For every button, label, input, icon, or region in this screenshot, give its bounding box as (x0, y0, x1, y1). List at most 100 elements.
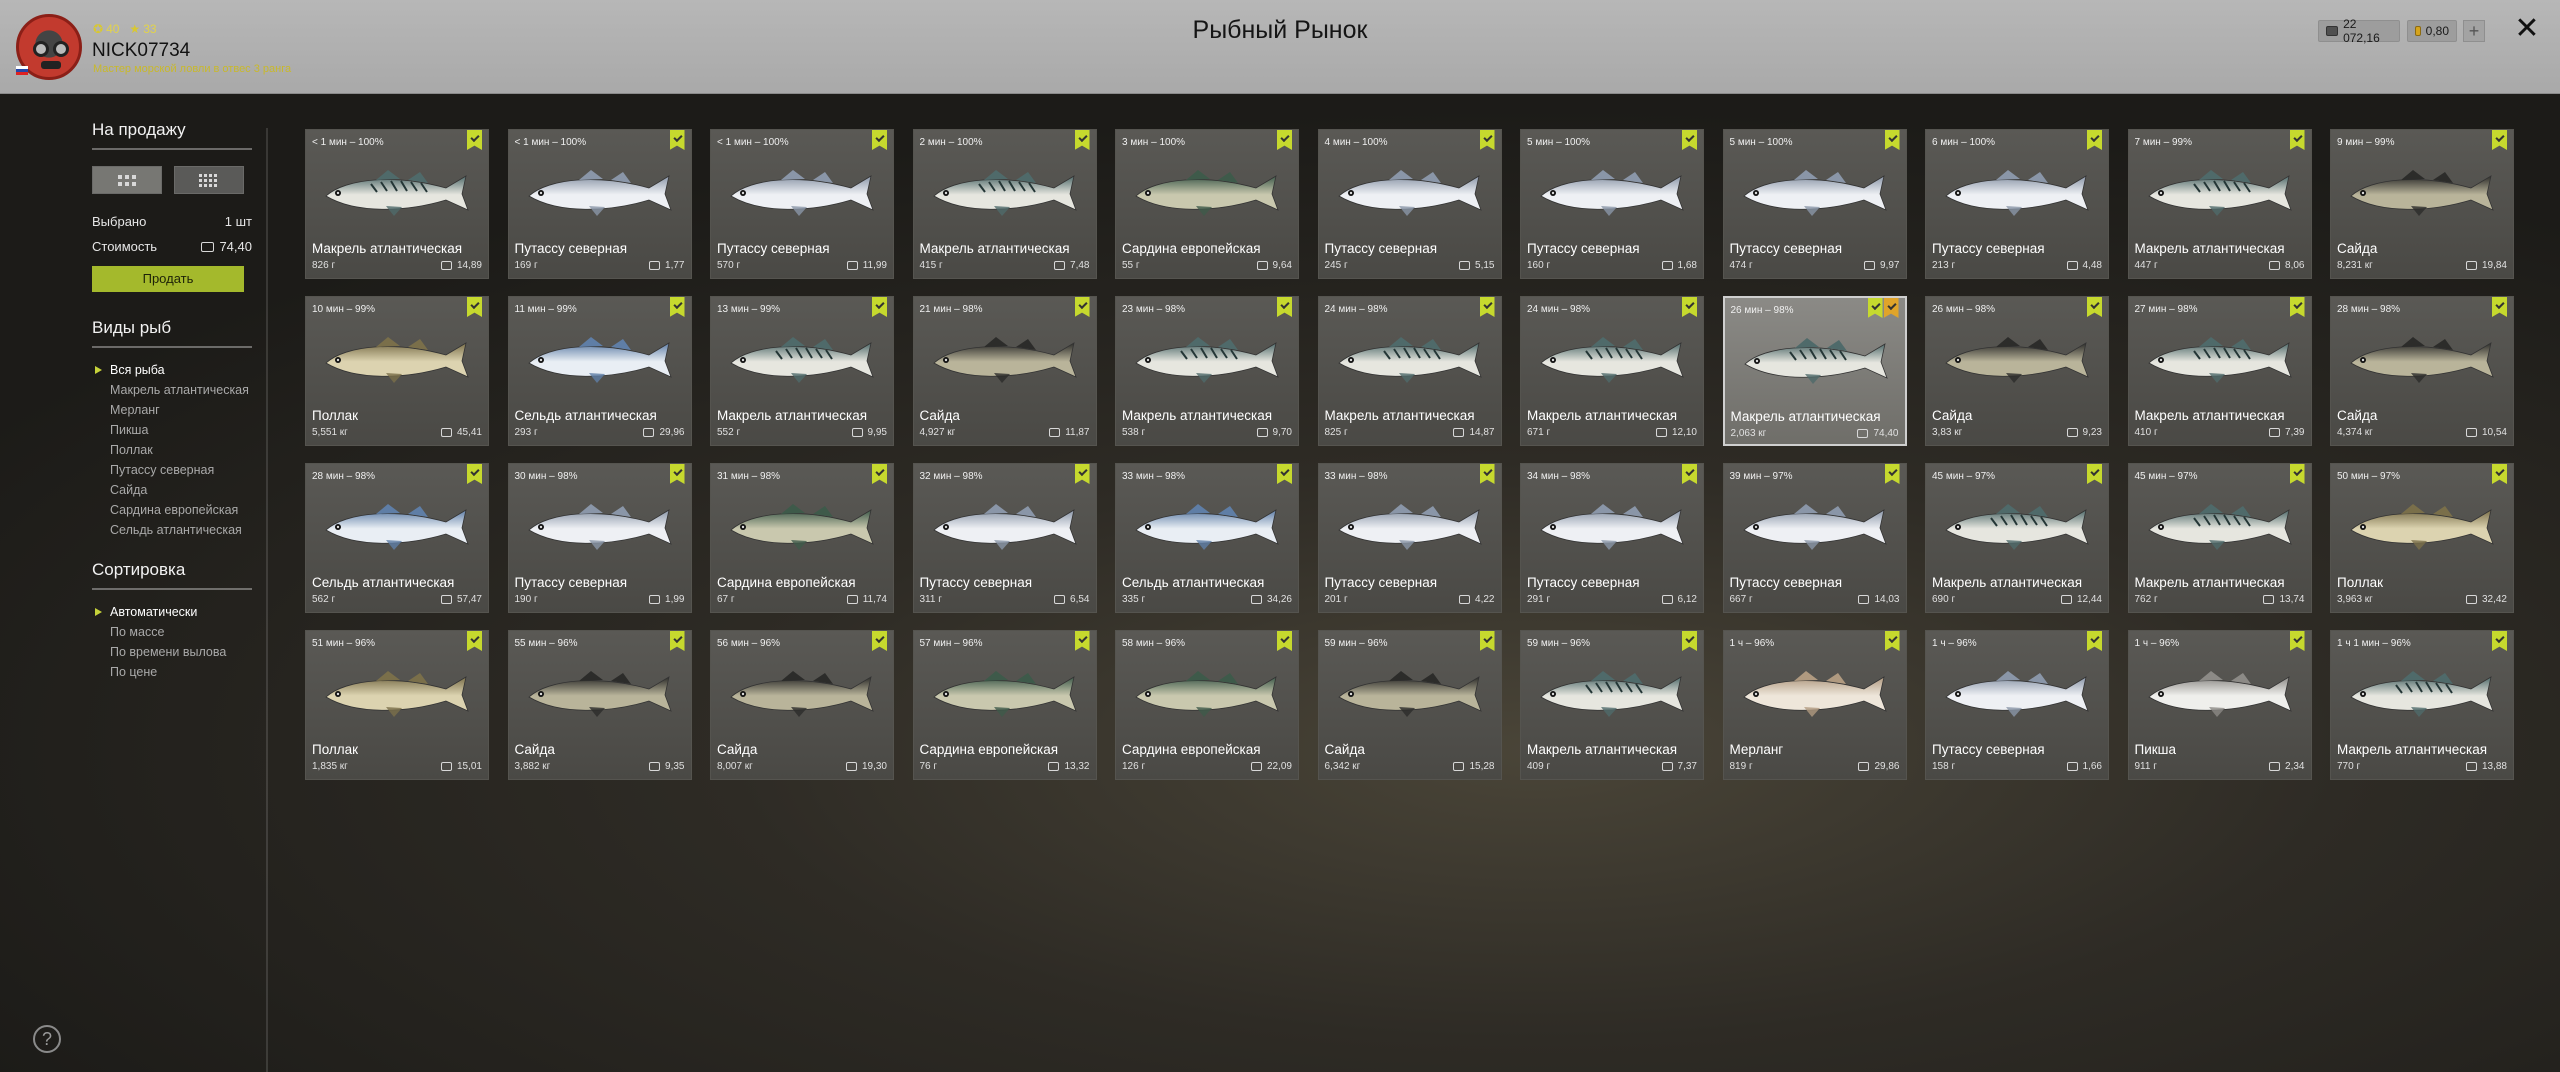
checkmark-flag-icon[interactable] (2492, 631, 2507, 651)
fish-card[interactable]: 10 мин – 99% Поллак 5,551 кг 45,41 (305, 296, 489, 446)
checkmark-flag-icon[interactable] (1682, 464, 1697, 484)
checkmark-flag-icon[interactable] (1479, 464, 1495, 484)
fish-card[interactable]: 45 мин – 97% Макрель атлантическая 690 г… (1925, 463, 2109, 613)
fish-card[interactable]: 32 мин – 98% Путассу северная 311 г 6,54 (912, 463, 1097, 613)
checkmark-flag-icon[interactable] (1682, 631, 1697, 651)
fish-card[interactable]: 33 мин – 98% Сельдь атлантическая 335 г … (1115, 463, 1299, 613)
checkmark-flag-icon[interactable] (669, 130, 685, 150)
checkmark-flag-icon[interactable] (2289, 130, 2305, 150)
checkmark-flag-icon[interactable] (669, 297, 685, 317)
fish-card[interactable]: 1 ч 1 мин – 96% Макрель атлантическая 77… (2330, 630, 2514, 780)
fish-card[interactable]: 26 мин – 98% Сайда 3,83 кг 9,23 (1925, 296, 2109, 446)
fish-card[interactable]: 51 мин – 96% Поллак 1,835 кг 15,01 (305, 630, 489, 780)
checkmark-flag-icon[interactable] (1277, 631, 1292, 651)
fish-card[interactable]: 39 мин – 97% Путассу северная 667 г 14,0… (1722, 463, 1907, 613)
fish-card[interactable]: 6 мин – 100% Путассу северная 213 г 4,48 (1925, 129, 2109, 279)
fish-card[interactable]: 5 мин – 100% Путассу северная 160 г 1,68 (1520, 129, 1704, 279)
species-filter-item[interactable]: Сельдь атлантическая (92, 520, 252, 540)
fish-card[interactable]: < 1 мин – 100% Макрель атлантическая 826… (305, 129, 489, 279)
checkmark-flag-icon[interactable] (1867, 298, 1883, 318)
species-filter-item[interactable]: Мерланг (92, 400, 252, 420)
small-grid-view-button[interactable] (174, 166, 244, 194)
fish-card[interactable]: 4 мин – 100% Путассу северная 245 г 5,15 (1317, 129, 1502, 279)
checkmark-flag-icon[interactable] (1277, 297, 1292, 317)
checkmark-flag-icon[interactable] (669, 464, 685, 484)
checkmark-flag-icon[interactable] (872, 297, 887, 317)
fish-card[interactable]: 59 мин – 96% Сайда 6,342 кг 15,28 (1317, 630, 1502, 780)
fish-card[interactable]: 31 мин – 98% Сардина европейская 67 г 11… (710, 463, 894, 613)
sort-option-item[interactable]: По цене (92, 662, 252, 682)
checkmark-flag-icon[interactable] (1277, 130, 1292, 150)
checkmark-flag-icon[interactable] (1479, 297, 1495, 317)
fish-card[interactable]: 33 мин – 98% Путассу северная 201 г 4,22 (1317, 463, 1502, 613)
fish-card[interactable]: 3 мин – 100% Сардина европейская 55 г 9,… (1115, 129, 1299, 279)
fish-card[interactable]: 7 мин – 99% Макрель атлантическая 447 г … (2127, 129, 2312, 279)
fish-card[interactable]: 26 мин – 98% Макрель атлантическая 2,063… (1722, 296, 1907, 446)
checkmark-flag-icon[interactable] (1074, 464, 1090, 484)
sort-option-item[interactable]: По массе (92, 622, 252, 642)
species-filter-item[interactable]: Путассу северная (92, 460, 252, 480)
species-filter-item[interactable]: Сардина европейская (92, 500, 252, 520)
fish-card[interactable]: 5 мин – 100% Путассу северная 474 г 9,97 (1722, 129, 1907, 279)
fish-card[interactable]: 57 мин – 96% Сардина европейская 76 г 13… (912, 630, 1097, 780)
large-grid-view-button[interactable] (92, 166, 162, 194)
close-button[interactable]: ✕ (2512, 14, 2542, 44)
checkmark-flag-icon[interactable] (1074, 631, 1090, 651)
checkmark-flag-icon[interactable] (1884, 631, 1900, 651)
help-button[interactable]: ? (33, 1025, 61, 1053)
fish-card[interactable]: 9 мин – 99% Сайда 8,231 кг 19,84 (2330, 129, 2514, 279)
checkmark-flag-icon[interactable] (2087, 631, 2102, 651)
fish-card[interactable]: 30 мин – 98% Путассу северная 190 г 1,99 (507, 463, 692, 613)
fish-card[interactable]: 23 мин – 98% Макрель атлантическая 538 г… (1115, 296, 1299, 446)
checkmark-flag-icon[interactable] (2087, 130, 2102, 150)
checkmark-flag-icon[interactable] (2492, 464, 2507, 484)
sort-option-item[interactable]: Автоматически (92, 602, 252, 622)
checkmark-flag-icon[interactable] (1277, 464, 1292, 484)
add-gold-button[interactable]: + (2463, 20, 2485, 42)
fish-card[interactable]: 11 мин – 99% Сельдь атлантическая 293 г … (507, 296, 692, 446)
checkmark-flag-icon[interactable] (1074, 130, 1090, 150)
sell-button[interactable]: Продать (92, 266, 244, 292)
fish-card[interactable]: 55 мин – 96% Сайда 3,882 кг 9,35 (507, 630, 692, 780)
checkmark-flag-icon[interactable] (467, 130, 482, 150)
checkmark-flag-icon[interactable] (1479, 130, 1495, 150)
sort-option-item[interactable]: По времени вылова (92, 642, 252, 662)
checkmark-flag-icon[interactable] (467, 297, 482, 317)
fish-card[interactable]: < 1 мин – 100% Путассу северная 570 г 11… (710, 129, 894, 279)
fish-card[interactable]: < 1 мин – 100% Путассу северная 169 г 1,… (507, 129, 692, 279)
checkmark-flag-icon[interactable] (872, 631, 887, 651)
species-filter-item[interactable]: Пикша (92, 420, 252, 440)
checkmark-flag-icon[interactable] (467, 631, 482, 651)
fish-card[interactable]: 2 мин – 100% Макрель атлантическая 415 г… (912, 129, 1097, 279)
fish-card[interactable]: 56 мин – 96% Сайда 8,007 кг 19,30 (710, 630, 894, 780)
checkmark-flag-icon[interactable] (1884, 464, 1900, 484)
fish-card[interactable]: 1 ч – 96% Мерланг 819 г 29,86 (1722, 630, 1907, 780)
fish-card[interactable]: 45 мин – 97% Макрель атлантическая 762 г… (2127, 463, 2312, 613)
species-filter-item[interactable]: Макрель атлантическая (92, 380, 252, 400)
checkmark-flag-icon[interactable] (1682, 130, 1697, 150)
checkmark-flag-icon[interactable] (2289, 297, 2305, 317)
fish-card[interactable]: 28 мин – 98% Сельдь атлантическая 562 г … (305, 463, 489, 613)
species-filter-item[interactable]: Поллак (92, 440, 252, 460)
selected-flag-icon[interactable] (1883, 298, 1899, 318)
checkmark-flag-icon[interactable] (2087, 464, 2102, 484)
fish-card[interactable]: 13 мин – 99% Макрель атлантическая 552 г… (710, 296, 894, 446)
checkmark-flag-icon[interactable] (2492, 130, 2507, 150)
checkmark-flag-icon[interactable] (669, 631, 685, 651)
fish-card[interactable]: 59 мин – 96% Макрель атлантическая 409 г… (1520, 630, 1704, 780)
fish-card[interactable]: 28 мин – 98% Сайда 4,374 кг 10,54 (2330, 296, 2514, 446)
species-filter-item[interactable]: Вся рыба (92, 360, 252, 380)
fish-card[interactable]: 21 мин – 98% Сайда 4,927 кг 11,87 (912, 296, 1097, 446)
fish-card[interactable]: 50 мин – 97% Поллак 3,963 кг 32,42 (2330, 463, 2514, 613)
checkmark-flag-icon[interactable] (872, 130, 887, 150)
fish-card[interactable]: 24 мин – 98% Макрель атлантическая 671 г… (1520, 296, 1704, 446)
fish-card[interactable]: 24 мин – 98% Макрель атлантическая 825 г… (1317, 296, 1502, 446)
fish-card[interactable]: 1 ч – 96% Пикша 911 г 2,34 (2127, 630, 2312, 780)
fish-card[interactable]: 58 мин – 96% Сардина европейская 126 г 2… (1115, 630, 1299, 780)
species-filter-item[interactable]: Сайда (92, 480, 252, 500)
checkmark-flag-icon[interactable] (1074, 297, 1090, 317)
checkmark-flag-icon[interactable] (872, 464, 887, 484)
checkmark-flag-icon[interactable] (2289, 631, 2305, 651)
checkmark-flag-icon[interactable] (2492, 297, 2507, 317)
fish-card[interactable]: 34 мин – 98% Путассу северная 291 г 6,12 (1520, 463, 1704, 613)
